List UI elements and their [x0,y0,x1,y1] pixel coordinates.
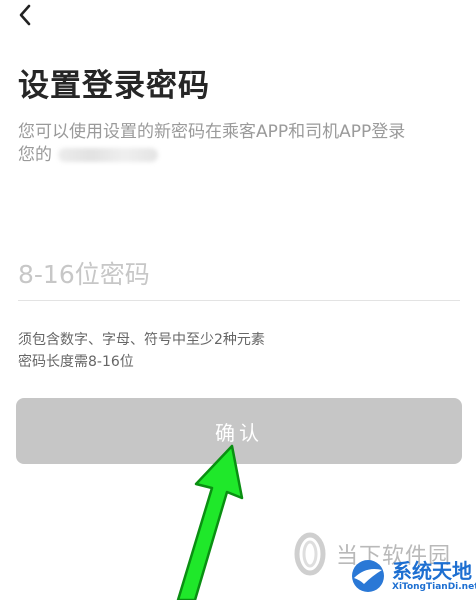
bird-logo-icon [352,560,384,592]
blurred-phone-number [58,148,158,162]
watermark-xitongtiandi: 系统天地 XiTongTianDi.net [348,558,476,594]
input-divider [18,300,460,301]
description-line-2: 您的 [18,144,468,167]
password-hints: 须包含数字、字母、符号中至少2种元素 密码长度需8-16位 [18,329,265,373]
back-button[interactable] [10,0,40,30]
chevron-left-icon [19,4,31,26]
danxia-logo-icon [294,532,326,576]
watermark-cn-name: 系统天地 [392,558,472,583]
description-prefix: 您的 [18,145,52,165]
page-title: 设置登录密码 [18,68,210,104]
hint-line-1: 须包含数字、字母、符号中至少2种元素 [18,332,265,348]
description-line-1: 您可以使用设置的新密码在乘客APP和司机APP登录 [18,122,406,142]
watermark-en-name: XiTongTianDi.net [392,581,476,592]
description: 您可以使用设置的新密码在乘客APP和司机APP登录 您的 [18,121,468,167]
hint-line-2: 密码长度需8-16位 [18,354,134,370]
green-arrow-icon [176,444,244,600]
password-input[interactable] [18,252,458,296]
